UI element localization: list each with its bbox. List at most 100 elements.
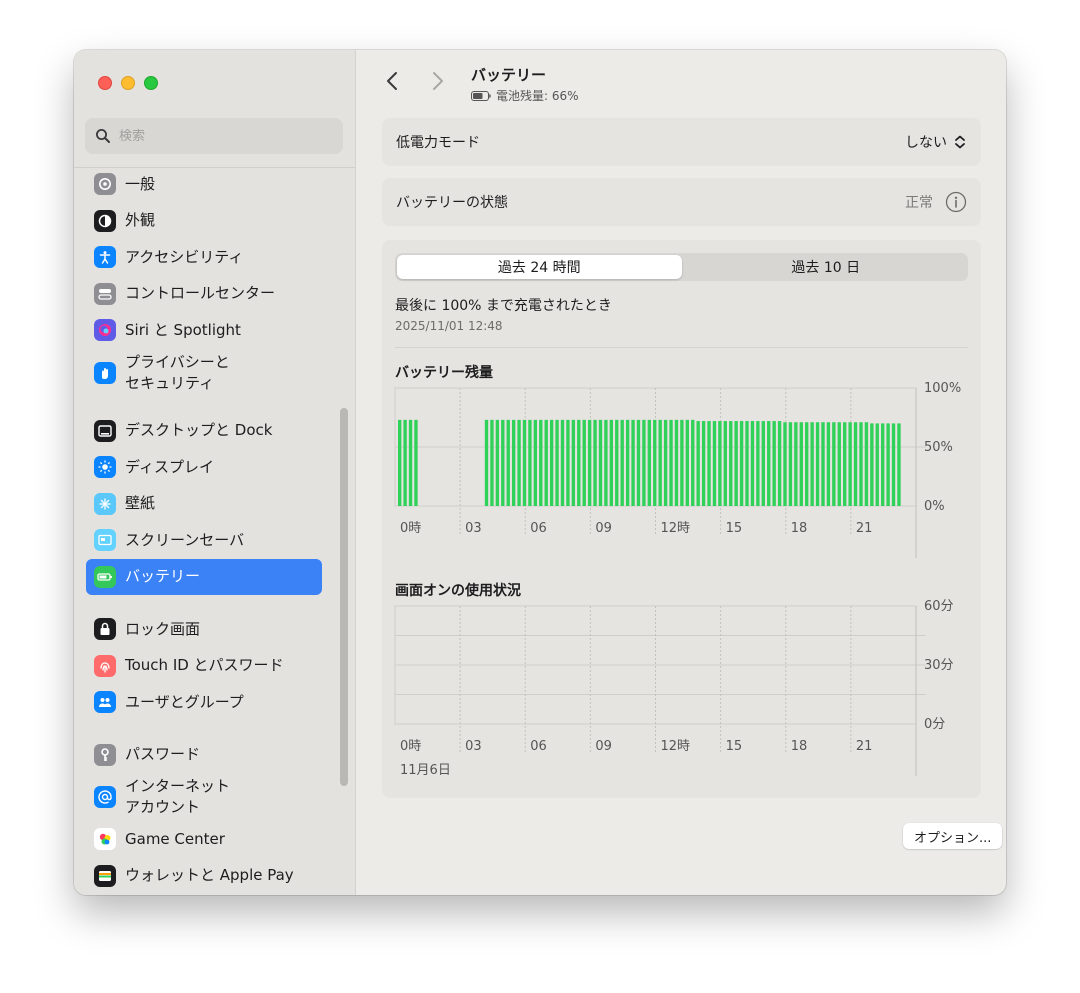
battery-level-bar xyxy=(815,422,820,506)
sidebar-item-appearance[interactable]: 外観 xyxy=(86,203,322,240)
display-icon xyxy=(94,456,116,479)
sidebar-item-hand[interactable]: プライバシーと セキュリティ xyxy=(86,349,322,397)
sidebar-item-at[interactable]: インターネット アカウント xyxy=(86,773,322,821)
battery-level-bar xyxy=(582,419,586,506)
battery-level-bar xyxy=(403,419,407,506)
battery-level-bar xyxy=(577,419,581,506)
battery-health-row: バッテリーの状態 正常 xyxy=(382,178,981,226)
minimize-window-button[interactable] xyxy=(121,76,135,90)
x-date-label: 11月6日 xyxy=(400,763,451,778)
x-tick-label: 18 xyxy=(791,739,808,754)
battery-level-bar xyxy=(501,419,505,506)
battery-level-bar xyxy=(859,422,863,506)
battery-level-bar xyxy=(490,419,494,506)
battery-health-value: 正常 xyxy=(905,195,933,211)
zoom-window-button[interactable] xyxy=(144,76,158,90)
x-tick-label: 12時 xyxy=(661,739,691,754)
sidebar-item-gear[interactable]: 一般 xyxy=(86,166,322,203)
sidebar-scrollbar[interactable] xyxy=(340,408,348,786)
battery-level-bar xyxy=(685,419,690,506)
battery-level-bar xyxy=(544,419,548,506)
battery-level-bar xyxy=(826,422,831,506)
search-input[interactable] xyxy=(119,128,319,144)
battery-level-bar xyxy=(696,421,700,506)
sidebar-item-accessibility[interactable]: アクセシビリティ xyxy=(86,239,322,276)
battery-level-bar xyxy=(414,419,418,506)
tab-last-10-days[interactable]: 過去 10 日 xyxy=(684,253,969,281)
battery-level-icon xyxy=(471,90,491,101)
battery-level-bar xyxy=(756,421,760,506)
game-center-icon xyxy=(94,828,116,851)
sidebar-item-display[interactable]: ディスプレイ xyxy=(86,449,322,486)
low-power-mode-value: しない xyxy=(905,135,947,151)
wallet-icon xyxy=(94,864,116,887)
search-field[interactable] xyxy=(85,118,343,154)
battery-level-bar xyxy=(788,422,793,506)
forward-button[interactable] xyxy=(427,68,449,94)
battery-level-bar xyxy=(723,421,727,506)
desktop-dock-icon xyxy=(94,419,116,442)
sidebar-item-label: Siri と Spotlight xyxy=(125,320,241,339)
battery-level-bar xyxy=(886,423,890,506)
sidebar-item-key[interactable]: パスワード xyxy=(86,737,322,774)
battery-level-bar xyxy=(484,419,489,506)
sidebar-item-screensaver[interactable]: スクリーンセーバ xyxy=(86,522,322,559)
tab-last-24-hours[interactable]: 過去 24 時間 xyxy=(397,255,682,279)
close-window-button[interactable] xyxy=(98,76,112,90)
x-tick-label: 06 xyxy=(530,521,547,536)
sidebar-item-wallpaper[interactable]: 壁紙 xyxy=(86,486,322,523)
battery-level-bar xyxy=(663,419,668,506)
battery-level-bar xyxy=(783,422,787,506)
sidebar-item-control-center[interactable]: コントロールセンター xyxy=(86,276,322,313)
back-button[interactable] xyxy=(381,68,403,94)
battery-level-bar xyxy=(615,419,619,506)
x-tick-label: 18 xyxy=(791,521,808,536)
low-power-mode-popup[interactable]: しない xyxy=(905,132,967,152)
battery-level-bar xyxy=(609,419,614,506)
battery-level-bar xyxy=(625,419,630,506)
sidebar-item-fingerprint[interactable]: Touch ID とパスワード xyxy=(86,648,322,685)
search-icon xyxy=(96,129,110,143)
battery-level-bar xyxy=(810,422,814,506)
battery-level-bar xyxy=(528,419,532,506)
battery-level-bar xyxy=(799,422,803,506)
sidebar-item-users[interactable]: ユーザとグループ xyxy=(86,684,322,721)
sidebar-item-label: アクセシビリティ xyxy=(125,247,244,266)
lock-icon xyxy=(94,618,116,641)
y-tick-label: 0% xyxy=(924,499,945,514)
battery-level-bar xyxy=(777,421,782,506)
x-tick-label: 03 xyxy=(465,521,482,536)
x-tick-label: 15 xyxy=(726,739,743,754)
y-tick-label: 60分 xyxy=(924,599,954,614)
battery-level-bar xyxy=(636,419,641,506)
low-power-mode-label: 低電力モード xyxy=(396,135,480,151)
battery-level-bar xyxy=(772,421,776,506)
sidebar-item-lock[interactable]: ロック画面 xyxy=(86,611,322,648)
y-tick-label: 50% xyxy=(924,440,953,455)
sidebar-item-game-center[interactable]: Game Center xyxy=(86,821,322,858)
sidebar-item-wallet[interactable]: ウォレットと Apple Pay xyxy=(86,858,322,895)
x-tick-label: 12時 xyxy=(661,521,691,536)
wallpaper-icon xyxy=(94,492,116,515)
sidebar-item-label: 外観 xyxy=(125,211,156,230)
time-range-segmented-control: 過去 24 時間 過去 10 日 xyxy=(395,253,968,281)
battery-level-text: 電池残量: 66% xyxy=(496,89,579,103)
battery-level-bar xyxy=(620,419,624,506)
info-icon[interactable] xyxy=(945,191,967,213)
siri-icon xyxy=(94,319,116,342)
x-tick-label: 0時 xyxy=(400,521,421,536)
battery-level-bar xyxy=(691,419,695,506)
screen-on-usage-chart: 0時 03 06 09 12時 15 18 21 60分 30分 0分 11月6日 xyxy=(394,599,954,778)
battery-level-bar xyxy=(837,422,841,506)
options-button[interactable]: オプション... xyxy=(903,823,1003,849)
x-tick-label: 0時 xyxy=(400,739,421,754)
x-tick-label: 21 xyxy=(856,739,873,754)
battery-level-bar xyxy=(398,419,402,506)
sidebar-item-siri[interactable]: Siri と Spotlight xyxy=(86,312,322,349)
battery-level-bar xyxy=(718,421,722,506)
battery-level-bar xyxy=(701,421,706,506)
sidebar-item-battery[interactable]: バッテリー xyxy=(86,558,322,595)
sidebar-item-desktop-dock[interactable]: デスクトップと Dock xyxy=(86,413,322,450)
battery-level-bar xyxy=(875,423,879,506)
